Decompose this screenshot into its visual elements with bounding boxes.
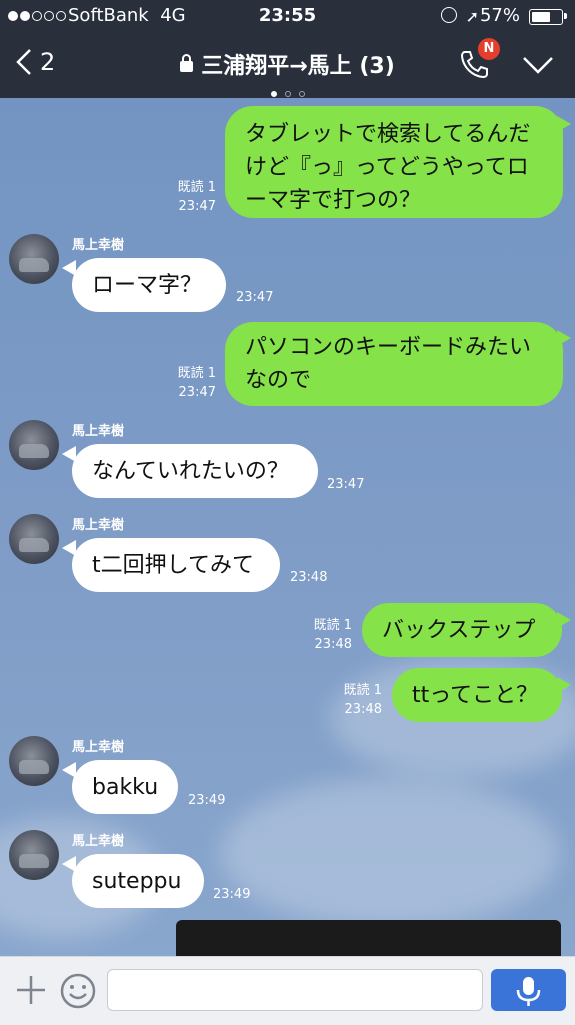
message-bubble-outgoing[interactable]: ttってこと？	[392, 668, 562, 722]
add-button[interactable]	[14, 973, 48, 1011]
read-receipt: 既読 1	[177, 366, 216, 381]
plus-icon	[17, 976, 45, 1004]
message-bubble-outgoing[interactable]: バックステップ	[362, 603, 562, 657]
sender-name: 馬上幸樹	[72, 238, 125, 253]
chat-header: 2 三浦翔平→馬上 (3) N	[0, 32, 575, 98]
message-text: ttってこと？	[412, 682, 539, 708]
location-arrow-icon: ➚	[465, 7, 479, 26]
call-button[interactable]: N	[458, 38, 500, 84]
input-bar	[0, 956, 575, 1025]
photo-message[interactable]	[176, 920, 561, 956]
message-line: けど『っ』ってどうやってロ	[245, 155, 529, 180]
message-bubble-incoming[interactable]: なんていれたいの？	[72, 444, 318, 498]
sender-name: 馬上幸樹	[72, 834, 125, 849]
message-time: 23:47	[327, 477, 365, 492]
message-bubble-incoming[interactable]: bakku	[72, 760, 178, 814]
chevron-down-icon	[523, 57, 553, 74]
message-bubble-incoming[interactable]: t二回押してみて	[72, 538, 280, 592]
avatar[interactable]	[9, 514, 59, 564]
battery-icon	[529, 9, 563, 25]
message-list[interactable]: 既読 1 23:47 タブレットで検索してるんだ けど『っ』ってどうやってロ ー…	[0, 98, 575, 956]
message-meta: 既読 1 23:47	[160, 364, 216, 402]
call-badge: N	[478, 38, 500, 60]
avatar[interactable]	[9, 234, 59, 284]
read-receipt: 既読 1	[177, 180, 216, 195]
message-text: suteppu	[92, 868, 182, 894]
avatar[interactable]	[9, 830, 59, 880]
sender-name: 馬上幸樹	[72, 740, 125, 755]
status-bar: SoftBank 4G 23:55 ➚ 57%	[0, 0, 575, 32]
emoji-button[interactable]	[60, 973, 96, 1013]
message-bubble-incoming[interactable]: ローマ字？	[72, 258, 226, 312]
message-time: 23:49	[213, 887, 251, 902]
sender-name: 馬上幸樹	[72, 518, 125, 533]
read-receipt: 既読 1	[313, 618, 352, 633]
sender-name: 馬上幸樹	[72, 424, 125, 439]
message-bubble-outgoing[interactable]: パソコンのキーボードみたい なので	[225, 322, 563, 406]
message-time: 23:48	[344, 702, 382, 717]
message-time: 23:47	[178, 385, 216, 400]
message-time: 23:48	[314, 637, 352, 652]
battery-percent: 57%	[479, 5, 520, 26]
message-text: なんていれたいの？	[92, 458, 289, 484]
message-text: ローマ字？	[92, 272, 203, 298]
message-time: 23:48	[290, 570, 328, 585]
message-meta: 既読 1 23:47	[160, 178, 216, 216]
message-line: タブレットで検索してるんだ	[245, 122, 531, 147]
microphone-icon	[516, 977, 541, 1006]
message-input[interactable]	[107, 969, 483, 1011]
message-text: バックステップ	[382, 617, 536, 643]
avatar[interactable]	[9, 420, 59, 470]
message-time: 23:47	[178, 199, 216, 214]
message-line: なので	[245, 368, 312, 393]
message-meta: 既読 1 23:48	[326, 681, 382, 719]
message-time: 23:47	[236, 290, 274, 305]
message-text: t二回押してみて	[92, 552, 254, 578]
rotation-lock-icon	[441, 7, 457, 23]
avatar[interactable]	[9, 736, 59, 786]
message-bubble-outgoing[interactable]: タブレットで検索してるんだ けど『っ』ってどうやってロ ーマ字で打つの？	[225, 106, 563, 218]
voice-message-button[interactable]	[491, 969, 566, 1011]
smiley-icon	[60, 973, 96, 1009]
message-text: bakku	[92, 774, 159, 800]
menu-toggle-button[interactable]	[522, 56, 554, 78]
message-line: パソコンのキーボードみたい	[245, 335, 532, 360]
message-bubble-incoming[interactable]: suteppu	[72, 854, 204, 908]
lock-icon	[180, 54, 194, 72]
chat-title-text: 三浦翔平→馬上 (3)	[201, 54, 395, 79]
message-time: 23:49	[188, 793, 226, 808]
read-receipt: 既読 1	[343, 683, 382, 698]
message-meta: 既読 1 23:48	[296, 616, 352, 654]
message-line: ーマ字で打つの？	[245, 188, 422, 213]
